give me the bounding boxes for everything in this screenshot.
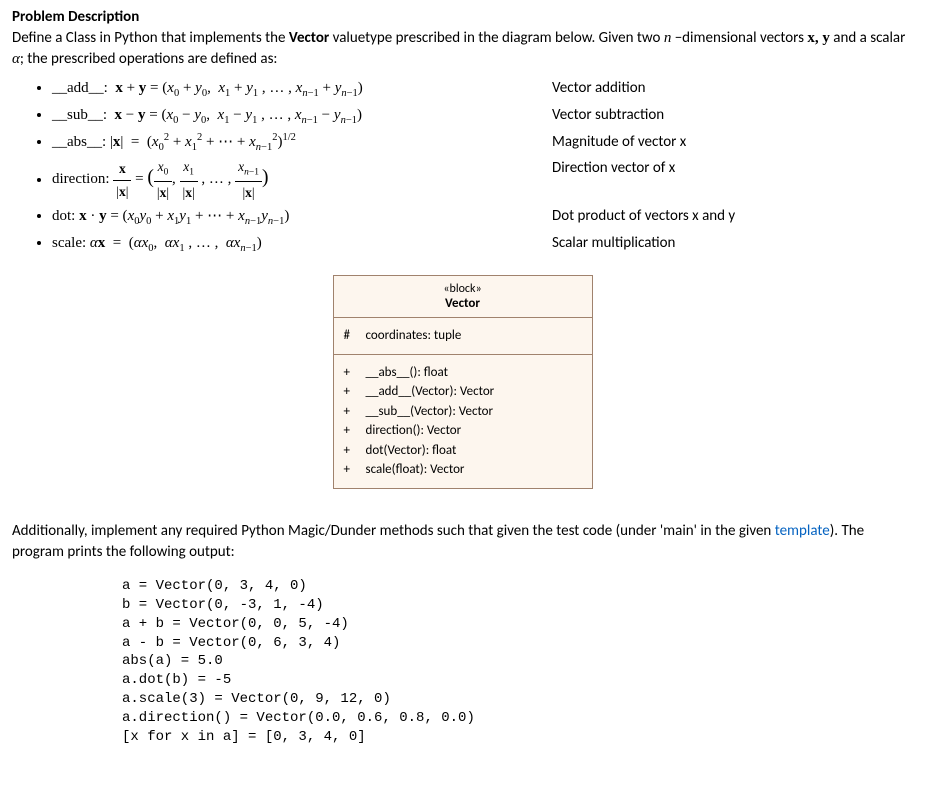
uml-method-row: + dot(Vector): float <box>344 441 582 461</box>
intro-xy: x, y <box>807 30 830 46</box>
intro-text-5: ; the prescribed operations are defined … <box>20 50 278 68</box>
intro-text-3: −dimensional vectors <box>671 29 807 47</box>
uml-diagram-container: «block» Vector # coordinates: tuple + __… <box>12 275 913 489</box>
uml-method-vis: + <box>344 363 354 383</box>
template-link[interactable]: template <box>775 522 830 540</box>
op-sub-def: __sub__: x − y = (x0 − y0, x1 − y1 , … ,… <box>52 103 552 130</box>
op-abs: __abs__: |x| = (x02 + x12 + ⋯ + xn−12)1/… <box>52 130 913 157</box>
op-dot-desc: Dot product of vectors x and y <box>552 204 913 231</box>
op-add: __add__: x + y = (x0 + y0, x1 + y1 , … ,… <box>52 76 913 103</box>
op-scale: scale: αx = (αx0, αx1 , … , αxn−1) Scala… <box>52 231 913 258</box>
uml-method-row: + __abs__(): float <box>344 363 582 383</box>
uml-method-vis: + <box>344 382 354 402</box>
uml-attr-sig: coordinates: tuple <box>366 326 582 346</box>
additional-paragraph: Additionally, implement any required Pyt… <box>12 521 913 563</box>
intro-text-1: Define a Class in Python that implements… <box>12 29 289 47</box>
section-heading: Problem Description <box>12 8 913 26</box>
op-direction: direction: x|x| = (x0|x|, x1|x| , … , xn… <box>52 156 913 203</box>
intro-vector-bold: Vector <box>289 29 329 47</box>
uml-method-sig: __sub__(Vector): Vector <box>366 402 582 422</box>
operations-list: __add__: x + y = (x0 + y0, x1 + y1 , … ,… <box>52 76 913 257</box>
uml-method-row: + __add__(Vector): Vector <box>344 382 582 402</box>
uml-method-vis: + <box>344 402 354 422</box>
para2-text-1: Additionally, implement any required Pyt… <box>12 522 775 540</box>
op-direction-def: direction: x|x| = (x0|x|, x1|x| , … , xn… <box>52 156 552 203</box>
op-abs-desc: Magnitude of vector x <box>552 130 913 157</box>
intro-alpha: α <box>12 51 20 67</box>
uml-method-vis: + <box>344 441 354 461</box>
uml-method-sig: __add__(Vector): Vector <box>366 382 582 402</box>
uml-attr-vis: # <box>344 326 354 346</box>
op-dot-def: dot: x · y = (x0y0 + x1y1 + ⋯ + xn−1yn−1… <box>52 204 552 231</box>
uml-class-name: Vector <box>334 296 592 311</box>
uml-attributes-section: # coordinates: tuple <box>334 318 592 355</box>
uml-method-sig: __abs__(): float <box>366 363 582 383</box>
op-add-def: __add__: x + y = (x0 + y0, x1 + y1 , … ,… <box>52 76 552 103</box>
op-sub: __sub__: x − y = (x0 − y0, x1 − y1 , … ,… <box>52 103 913 130</box>
uml-box: «block» Vector # coordinates: tuple + __… <box>333 275 593 489</box>
op-sub-desc: Vector subtraction <box>552 103 913 130</box>
op-dot: dot: x · y = (x0y0 + x1y1 + ⋯ + xn−1yn−1… <box>52 204 913 231</box>
intro-text-2: valuetype prescribed in the diagram belo… <box>329 29 664 47</box>
op-add-desc: Vector addition <box>552 76 913 103</box>
intro-text-4: and a scalar <box>830 29 905 47</box>
uml-method-sig: scale(float): Vector <box>366 460 582 480</box>
uml-header: «block» Vector <box>334 276 592 318</box>
expected-output-code: a = Vector(0, 3, 4, 0) b = Vector(0, -3,… <box>122 577 913 747</box>
uml-method-sig: direction(): Vector <box>366 421 582 441</box>
uml-method-vis: + <box>344 421 354 441</box>
uml-method-vis: + <box>344 460 354 480</box>
intro-paragraph: Define a Class in Python that implements… <box>12 28 913 70</box>
uml-stereotype: «block» <box>334 282 592 296</box>
op-scale-def: scale: αx = (αx0, αx1 , … , αxn−1) <box>52 231 552 258</box>
op-abs-def: __abs__: |x| = (x02 + x12 + ⋯ + xn−12)1/… <box>52 130 552 157</box>
uml-methods-section: + __abs__(): float + __add__(Vector): Ve… <box>334 355 592 488</box>
uml-attr-row: # coordinates: tuple <box>344 326 582 346</box>
uml-method-row: + scale(float): Vector <box>344 460 582 480</box>
uml-method-row: + __sub__(Vector): Vector <box>344 402 582 422</box>
op-scale-desc: Scalar multiplication <box>552 231 913 258</box>
uml-method-row: + direction(): Vector <box>344 421 582 441</box>
op-direction-desc: Direction vector of x <box>552 156 913 203</box>
uml-method-sig: dot(Vector): float <box>366 441 582 461</box>
